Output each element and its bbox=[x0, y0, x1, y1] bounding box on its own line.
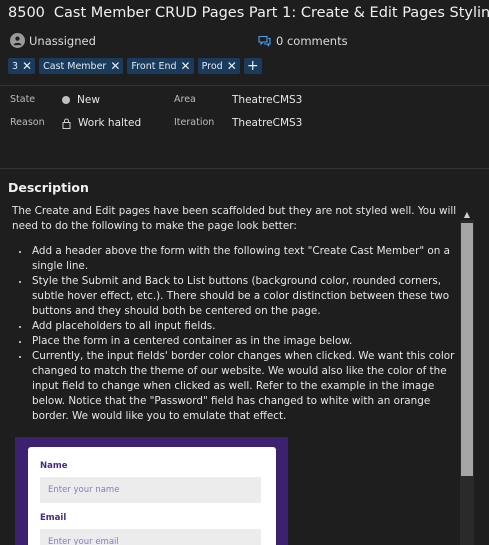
tag-label: Front End bbox=[131, 60, 177, 72]
iteration-label: Iteration bbox=[174, 117, 215, 128]
list-item: Place the form in a centered container a… bbox=[30, 334, 462, 349]
tag-3[interactable]: 3 ✕ bbox=[8, 58, 36, 74]
description-intro: The Create and Edit pages have been scaf… bbox=[12, 205, 457, 232]
list-item: Currently, the input fields' border colo… bbox=[30, 349, 462, 424]
state-field[interactable]: New bbox=[62, 94, 100, 106]
comments-count: 0 comments bbox=[276, 34, 348, 48]
email-label: Email bbox=[40, 513, 67, 523]
reason-value: Work halted bbox=[78, 117, 142, 129]
tag-label: 3 bbox=[12, 60, 19, 72]
iteration-field[interactable]: TheatreCMS3 bbox=[232, 117, 302, 129]
tag-list: 3 ✕ Cast Member ✕ Front End ✕ Prod ✕ + bbox=[8, 58, 262, 74]
state-dot-icon bbox=[62, 96, 70, 104]
close-icon[interactable]: ✕ bbox=[110, 60, 120, 72]
assignee-picker[interactable]: Unassigned bbox=[10, 33, 96, 48]
person-icon bbox=[13, 36, 22, 46]
reason-label: Reason bbox=[10, 117, 45, 128]
assignee-name: Unassigned bbox=[29, 33, 96, 48]
state-label: State bbox=[10, 94, 36, 105]
email-input-example: Enter your email bbox=[40, 529, 261, 545]
divider bbox=[0, 168, 489, 169]
field-row-state: State New Area TheatreCMS3 bbox=[0, 94, 489, 112]
list-item: Add a header above the form with the fol… bbox=[30, 244, 462, 274]
area-label: Area bbox=[174, 94, 196, 105]
tag-cast-member[interactable]: Cast Member ✕ bbox=[39, 58, 124, 74]
description-heading: Description bbox=[8, 180, 89, 195]
state-value: New bbox=[77, 94, 100, 106]
area-field[interactable]: TheatreCMS3 bbox=[232, 94, 302, 106]
plus-icon: + bbox=[246, 58, 259, 74]
list-item: Add placeholders to all input fields. bbox=[30, 319, 462, 334]
work-item-title-row: 8500 Cast Member CRUD Pages Part 1: Creat… bbox=[8, 5, 489, 21]
close-icon[interactable]: ✕ bbox=[181, 60, 191, 72]
description-bullets: Add a header above the form with the fol… bbox=[5, 244, 478, 424]
example-form-image: Name Enter your name Email Enter your em… bbox=[15, 437, 288, 545]
scroll-thumb[interactable] bbox=[461, 223, 473, 476]
meta-row: Unassigned 0 comments bbox=[10, 33, 489, 51]
scroll-up-icon[interactable]: ▲ bbox=[460, 208, 474, 220]
tag-label: Prod bbox=[201, 60, 223, 72]
close-icon[interactable]: ✕ bbox=[227, 60, 237, 72]
description-scrollbar[interactable]: ▲ bbox=[460, 208, 474, 545]
example-form-card: Name Enter your name Email Enter your em… bbox=[28, 447, 276, 545]
reason-field[interactable]: Work halted bbox=[62, 117, 141, 129]
name-label: Name bbox=[40, 461, 68, 471]
comment-icon bbox=[258, 35, 271, 47]
tag-label: Cast Member bbox=[43, 60, 107, 72]
close-icon[interactable]: ✕ bbox=[22, 60, 32, 72]
lock-icon bbox=[62, 118, 71, 129]
work-item-id: 8500 bbox=[8, 5, 45, 21]
divider bbox=[0, 85, 489, 86]
tag-prod[interactable]: Prod ✕ bbox=[197, 58, 240, 74]
work-item-title[interactable]: Cast Member CRUD Pages Part 1: Create & … bbox=[54, 5, 489, 21]
tag-front-end[interactable]: Front End ✕ bbox=[127, 58, 194, 74]
field-row-reason: Reason Work halted Iteration TheatreCMS3 bbox=[0, 117, 489, 135]
list-item: Style the Submit and Back to List button… bbox=[30, 274, 462, 319]
name-input-example: Enter your name bbox=[40, 477, 261, 503]
avatar bbox=[10, 33, 25, 48]
add-tag-button[interactable]: + bbox=[243, 58, 262, 74]
comments-link[interactable]: 0 comments bbox=[258, 34, 348, 48]
